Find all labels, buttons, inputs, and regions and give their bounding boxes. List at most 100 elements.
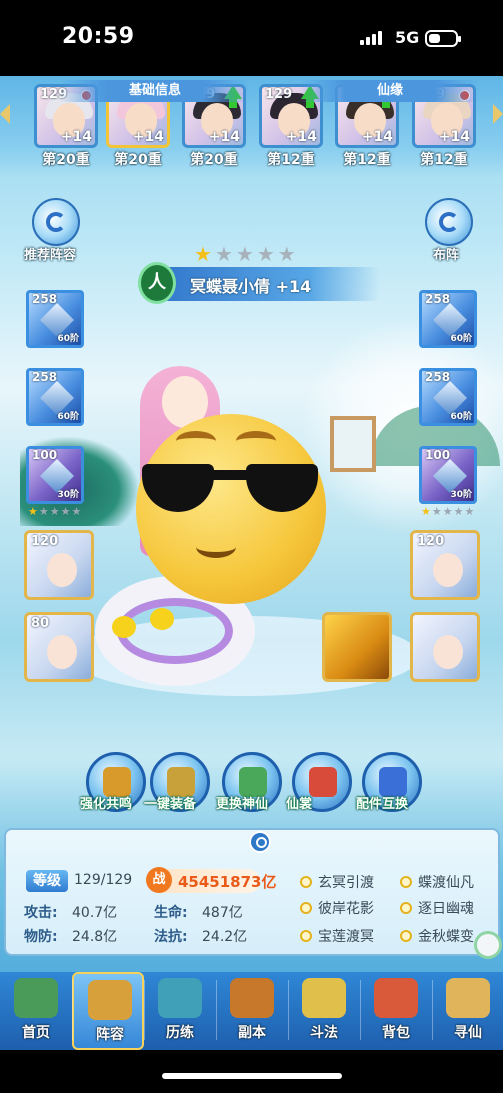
equipment-slot[interactable]: 258 60阶 xyxy=(26,368,84,426)
nav-tab[interactable]: 斗法 xyxy=(288,972,360,1050)
emoji-smile xyxy=(196,536,236,558)
equipment-tier: 30阶 xyxy=(450,490,472,500)
nav-separator xyxy=(432,980,433,1040)
companion-portrait[interactable]: 120 xyxy=(24,530,94,600)
fate-item[interactable]: 逐日幽魂 xyxy=(400,898,474,918)
hero-plus: +14 xyxy=(132,129,164,145)
scroll-right-icon[interactable] xyxy=(493,104,503,124)
nav-tab-label: 首页 xyxy=(22,1025,50,1041)
action-label: 强化共鸣 xyxy=(80,797,133,812)
equipment-level: 258 xyxy=(32,292,58,306)
hero-stage: 第20重 xyxy=(114,152,162,168)
stat-value: 40.7亿 xyxy=(72,905,118,921)
search-icon[interactable] xyxy=(249,831,271,853)
action-label: 配件互换 xyxy=(356,797,409,812)
equipment-tier: 60阶 xyxy=(57,334,79,344)
hero-plus: +14 xyxy=(438,129,470,145)
equipment-slot[interactable]: 258 60阶 xyxy=(419,368,477,426)
fate-label: 蝶渡仙凡 xyxy=(418,875,474,891)
status-time: 20:59 xyxy=(62,24,135,49)
equipment-slot[interactable]: 258 60阶 xyxy=(419,290,477,348)
hero-stage: 第20重 xyxy=(42,152,90,168)
hero-stage: 第12重 xyxy=(267,152,315,168)
duck-decoration xyxy=(150,608,174,630)
home-indicator[interactable] xyxy=(162,1073,342,1079)
star-icon: ★ xyxy=(431,505,442,518)
swirl-icon xyxy=(46,212,66,232)
fate-item[interactable]: 金秋蝶变 xyxy=(400,926,474,946)
level-label: 等级 xyxy=(26,870,68,892)
race-badge: 人 xyxy=(138,262,176,304)
nav-tab-icon xyxy=(446,978,490,1018)
assistant-float-button[interactable] xyxy=(474,931,502,959)
easel-decoration xyxy=(330,416,376,472)
star-icon: ★ xyxy=(256,242,275,266)
star-icon: ★ xyxy=(214,242,233,266)
stat-value: 24.8亿 xyxy=(72,929,118,945)
fate-label: 玄冥引渡 xyxy=(318,875,374,891)
power-icon: 战 xyxy=(146,867,172,893)
nav-tab[interactable]: 副本 xyxy=(216,972,288,1050)
equipment-level: 258 xyxy=(425,370,451,384)
equipment-slot[interactable]: 100 30阶 xyxy=(26,446,84,504)
companion-level: 120 xyxy=(31,534,59,549)
nav-tab[interactable]: 首页 xyxy=(0,972,72,1050)
hero-plus: +14 xyxy=(361,129,393,145)
nav-separator xyxy=(72,980,73,1040)
basic-info-title: 基础信息 xyxy=(60,80,250,102)
fate-item[interactable]: 玄冥引渡 xyxy=(300,872,374,892)
nav-tab-icon xyxy=(230,978,274,1018)
nav-tab[interactable]: 历练 xyxy=(144,972,216,1050)
equipment-slot[interactable]: 258 60阶 xyxy=(26,290,84,348)
star-icon: ★ xyxy=(464,505,475,518)
nav-separator xyxy=(216,980,217,1040)
equipment-level: 258 xyxy=(425,292,451,306)
equipment-level: 100 xyxy=(425,448,451,462)
star-icon: ★ xyxy=(60,505,71,518)
action-label: 仙裳 xyxy=(286,797,313,812)
companion-portrait[interactable]: 120 xyxy=(410,530,480,600)
system-bottom-bar xyxy=(0,1050,503,1093)
companion-face xyxy=(47,553,77,587)
companion-portrait[interactable] xyxy=(322,612,392,682)
fate-item[interactable]: 蝶渡仙凡 xyxy=(400,872,474,892)
companion-portrait[interactable] xyxy=(410,612,480,682)
companion-portrait[interactable]: 80 xyxy=(24,612,94,682)
nav-tab-label: 背包 xyxy=(382,1025,410,1041)
emoji-eye xyxy=(236,431,276,451)
recommend-lineup-label: 推荐阵容 xyxy=(24,248,77,263)
stat-label: 物防: xyxy=(24,929,58,945)
nav-tab[interactable]: 阵容 xyxy=(72,972,144,1050)
fate-label: 金秋蝶变 xyxy=(418,929,474,945)
nav-tab-label: 斗法 xyxy=(310,1025,338,1041)
nav-tab-icon xyxy=(14,978,58,1018)
equipment-slot[interactable]: 100 30阶 xyxy=(419,446,477,504)
equipment-tier: 60阶 xyxy=(450,334,472,344)
formation-button[interactable] xyxy=(425,198,473,246)
equipment-tier: 60阶 xyxy=(57,412,79,422)
companion-level: 80 xyxy=(31,616,50,631)
star-icon: ★ xyxy=(38,505,49,518)
game-screen: 129+14第20重129+14第20重129+14第20重129+14第12重… xyxy=(0,76,503,1050)
status-bar: 20:59 5G xyxy=(0,0,503,76)
sunglasses-icon xyxy=(142,464,322,516)
star-icon: ★ xyxy=(71,505,82,518)
companion-face xyxy=(433,635,463,669)
fate-label: 彼岸花影 xyxy=(318,901,374,917)
companion-level: 120 xyxy=(417,534,445,549)
nav-separator xyxy=(360,980,361,1040)
fate-item[interactable]: 宝莲渡冥 xyxy=(300,926,374,946)
companion-face xyxy=(433,553,463,587)
nav-tab[interactable]: 寻仙 xyxy=(432,972,503,1050)
recommend-lineup-button[interactable] xyxy=(32,198,80,246)
nav-tab-label: 副本 xyxy=(238,1025,266,1041)
fate-item[interactable]: 彼岸花影 xyxy=(300,898,374,918)
fate-dot-icon xyxy=(400,876,412,888)
signal-icon xyxy=(360,31,382,45)
scroll-left-icon[interactable] xyxy=(0,104,10,124)
fate-dot-icon xyxy=(300,930,312,942)
swirl-icon xyxy=(439,212,459,232)
nav-tab[interactable]: 背包 xyxy=(360,972,432,1050)
equipment-stars: ★ ★ ★ ★ ★ xyxy=(421,506,474,517)
nav-separator xyxy=(144,980,145,1040)
